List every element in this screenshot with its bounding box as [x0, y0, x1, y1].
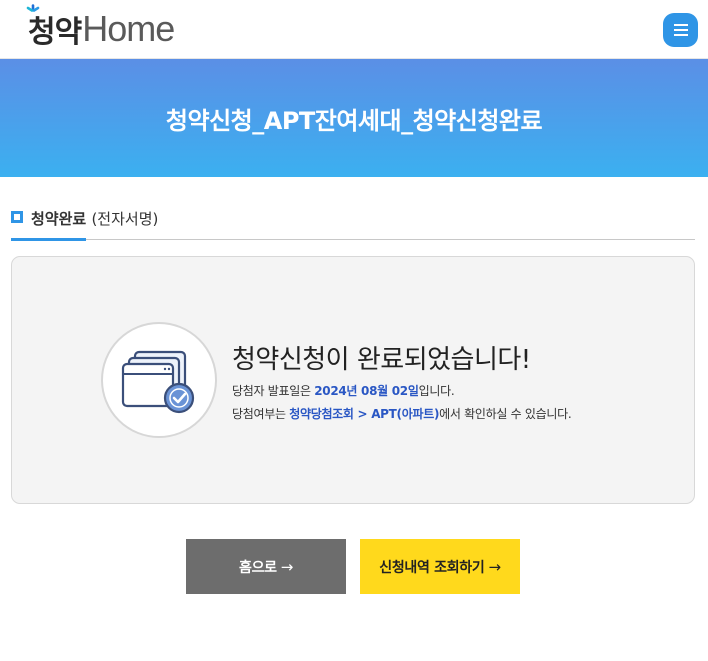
arrow-right-icon: → — [488, 557, 501, 576]
section-header: 청약완료 (전자서명) — [11, 206, 695, 241]
link-separator: > — [353, 407, 372, 421]
arrow-right-icon: → — [280, 557, 294, 576]
home-button-label: 홈으로 — [238, 559, 277, 576]
page-banner: 청약신청_APT잔여세대_청약신청완료 — [0, 59, 708, 177]
view-application-label: 신청내역 조회하기 — [379, 559, 485, 576]
view-application-button[interactable]: 신청내역 조회하기 → — [360, 539, 520, 594]
announcement-date: 2024년 08월 02일 — [314, 384, 419, 398]
home-button[interactable]: 홈으로 → — [186, 539, 346, 594]
completion-icon-circle — [101, 322, 217, 438]
announcement-line: 당첨자 발표일은 2024년 08월 02일입니다. — [232, 382, 455, 399]
site-logo[interactable]: 청약 Home — [26, 4, 175, 50]
section-underline — [11, 238, 86, 241]
section-title-main: 청약완료 — [31, 210, 87, 228]
link-winning-lookup[interactable]: 청약당첨조회 — [289, 407, 354, 421]
completion-heading: 청약신청이 완료되었습니다! — [232, 345, 531, 375]
browser-windows-check-icon — [121, 350, 195, 414]
check-result-line: 당첨여부는 청약당첨조회 > APT(아파트)에서 확인하실 수 있습니다. — [232, 405, 572, 422]
check-result-prefix: 당첨여부는 — [232, 407, 290, 421]
section-title: 청약완료 (전자서명) — [31, 208, 158, 229]
link-apt[interactable]: APT(아파트) — [371, 407, 439, 421]
menu-button[interactable] — [663, 13, 698, 47]
logo-latin-text: Home — [82, 8, 175, 49]
hamburger-icon — [673, 24, 688, 36]
site-header: 청약 Home — [0, 0, 708, 59]
announcement-prefix: 당첨자 발표일은 — [232, 384, 315, 398]
section-square-icon — [11, 211, 23, 223]
check-result-suffix: 에서 확인하실 수 있습니다. — [439, 407, 572, 421]
completion-panel: 청약신청이 완료되었습니다! 당첨자 발표일은 2024년 08월 02일입니다… — [11, 256, 695, 504]
announcement-suffix: 입니다. — [418, 384, 455, 398]
section-subtitle: (전자서명) — [91, 210, 159, 228]
logo-korean-text: 청약 — [28, 15, 82, 50]
page-title: 청약신청_APT잔여세대_청약신청완료 — [165, 106, 543, 135]
